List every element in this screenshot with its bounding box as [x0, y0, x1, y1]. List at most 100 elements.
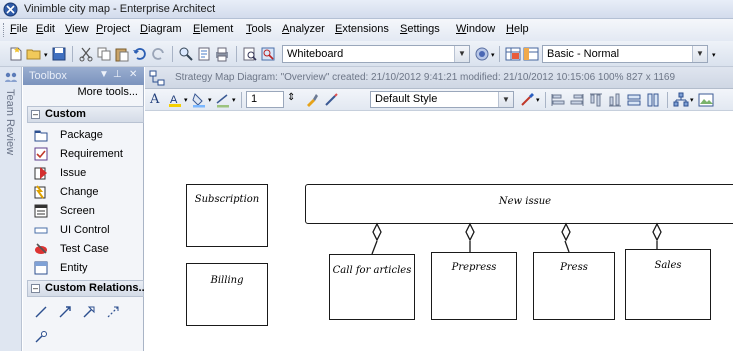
toolbar-overflow-icon[interactable]: ▾	[712, 51, 716, 59]
billing-element[interactable]: Billing	[186, 263, 268, 326]
line-color-dropdown-icon[interactable]: ▾	[232, 96, 236, 104]
dependency-relation-icon[interactable]	[105, 304, 121, 320]
toolbox-pin-icon[interactable]: ⊥	[113, 69, 122, 80]
layout-grid-icon[interactable]	[505, 46, 521, 62]
call-for-articles-element[interactable]: Call for articles	[329, 254, 415, 320]
new-project-icon[interactable]	[8, 46, 24, 62]
toolbox-menu-chevron-icon[interactable]: ▼	[99, 69, 109, 80]
section-custom-relations[interactable]: – Custom Relations...	[27, 280, 148, 297]
workspace-combo[interactable]: Basic - Normal ▼	[542, 45, 708, 63]
screen-icon	[34, 204, 48, 218]
page-setup-icon[interactable]	[196, 46, 212, 62]
menu-view[interactable]: View	[65, 23, 89, 35]
collapse-icon[interactable]: –	[31, 110, 40, 119]
window-title: Vinimble city map - Enterprise Architect	[24, 3, 216, 15]
more-tools-link[interactable]: More tools...	[23, 86, 144, 102]
directed-association-relation-icon[interactable]	[57, 304, 73, 320]
search-icon[interactable]	[178, 46, 194, 62]
new-issue-element[interactable]: New issue	[305, 184, 733, 224]
font-color-icon[interactable]: A	[167, 92, 183, 108]
press-element[interactable]: Press	[533, 252, 615, 320]
print-icon[interactable]	[214, 46, 230, 62]
model-search-icon[interactable]	[260, 46, 276, 62]
align-bottom-icon[interactable]	[607, 92, 623, 108]
chevron-down-icon[interactable]: ▼	[498, 92, 513, 107]
collapse-icon[interactable]: –	[31, 284, 40, 293]
diagram-style-combo[interactable]: Default Style ▼	[370, 91, 514, 108]
menu-help[interactable]: Help	[506, 23, 529, 35]
toolbox-item-label: Test Case	[60, 243, 109, 255]
sales-element[interactable]: Sales	[625, 249, 711, 320]
toolbar-separator	[236, 46, 237, 62]
align-right-icon[interactable]	[569, 92, 585, 108]
toolbox-item-screen[interactable]: Screen	[31, 203, 143, 221]
toolbox-item-test-case[interactable]: Test Case	[31, 241, 143, 259]
menu-grip	[3, 23, 5, 37]
same-height-icon[interactable]	[645, 92, 661, 108]
format-painter-icon[interactable]	[304, 92, 320, 108]
chevron-down-icon[interactable]: ▼	[692, 46, 707, 62]
menu-tools[interactable]: Tools	[246, 23, 272, 35]
diagram-image-icon[interactable]	[698, 92, 714, 108]
workspace-dropdown-icon[interactable]: ▾	[491, 51, 495, 59]
section-custom[interactable]: – Custom	[27, 106, 144, 123]
same-width-icon[interactable]	[626, 92, 642, 108]
font-color-dropdown-icon[interactable]: ▾	[184, 96, 188, 104]
line-color-icon[interactable]	[215, 92, 231, 108]
menu-diagram[interactable]: Diagram	[140, 23, 182, 35]
team-review-label[interactable]: Team Review	[4, 89, 16, 155]
spinner-icon[interactable]: ⇕	[287, 92, 295, 103]
print-preview-icon[interactable]	[242, 46, 258, 62]
chevron-down-icon[interactable]: ▼	[454, 46, 469, 62]
font-icon[interactable]: A	[150, 92, 159, 107]
toolbox-item-change[interactable]: Change	[31, 184, 143, 202]
toolbox-header: Toolbox ▼ ⊥ ✕	[23, 67, 144, 85]
toolbox-item-entity[interactable]: Entity	[31, 260, 143, 278]
align-left-icon[interactable]	[550, 92, 566, 108]
align-top-icon[interactable]	[588, 92, 604, 108]
toolbox-item-package[interactable]: Package	[31, 127, 143, 145]
menu-settings[interactable]: Settings	[400, 23, 440, 35]
toolbox-item-issue[interactable]: Issue	[31, 165, 143, 183]
perspective-combo[interactable]: Whiteboard ▼	[282, 45, 470, 63]
edit-style-icon[interactable]	[323, 92, 339, 108]
line-width-field[interactable]: 1	[246, 91, 284, 108]
layout-diagram-icon[interactable]	[673, 92, 689, 108]
toolbox-close-icon[interactable]: ✕	[129, 69, 137, 80]
menu-edit[interactable]: Edit	[36, 23, 55, 35]
menu-window[interactable]: Window	[456, 23, 495, 35]
menu-project[interactable]: Project	[96, 23, 130, 35]
workspace-orb-icon[interactable]	[474, 46, 490, 62]
toolbox-item-requirement[interactable]: Requirement	[31, 146, 143, 164]
undo-icon[interactable]	[132, 46, 148, 62]
generalization-relation-icon[interactable]	[81, 304, 97, 320]
fill-color-dropdown-icon[interactable]: ▾	[208, 96, 212, 104]
toolbox-item-ui-control[interactable]: UI Control	[31, 222, 143, 240]
cut-icon[interactable]	[78, 46, 94, 62]
association-relation-icon[interactable]	[33, 304, 49, 320]
save-icon[interactable]	[51, 46, 67, 62]
paste-icon[interactable]	[114, 46, 130, 62]
apply-style-icon[interactable]	[519, 92, 535, 108]
prepress-element[interactable]: Prepress	[431, 252, 517, 320]
open-dropdown-icon[interactable]: ▾	[44, 51, 48, 59]
redo-icon[interactable]	[150, 46, 166, 62]
menu-extensions[interactable]: Extensions	[335, 23, 389, 35]
layout-dropdown-icon[interactable]: ▾	[690, 96, 694, 104]
menu-element[interactable]: Element	[193, 23, 233, 35]
team-review-strip[interactable]: Team Review	[0, 67, 22, 351]
menu-file[interactable]: File	[10, 23, 28, 35]
realization-relation-icon[interactable]	[33, 329, 49, 345]
connector-press	[561, 222, 571, 253]
toolbox-item-label: Change	[60, 186, 99, 198]
apply-style-dropdown-icon[interactable]: ▾	[536, 96, 540, 104]
fill-color-icon[interactable]	[191, 92, 207, 108]
subscription-element[interactable]: Subscription	[186, 184, 268, 247]
workspace-layout-icon[interactable]	[523, 46, 539, 62]
copy-icon[interactable]	[96, 46, 112, 62]
billing-label: Billing	[210, 275, 244, 286]
diagram-canvas[interactable]: Subscription New issue Billing Call for …	[145, 111, 733, 351]
menu-analyzer[interactable]: Analyzer	[282, 23, 325, 35]
open-folder-icon[interactable]	[26, 46, 42, 62]
toolbox-panel: Toolbox ▼ ⊥ ✕ More tools... – Custom Pac…	[23, 67, 148, 351]
